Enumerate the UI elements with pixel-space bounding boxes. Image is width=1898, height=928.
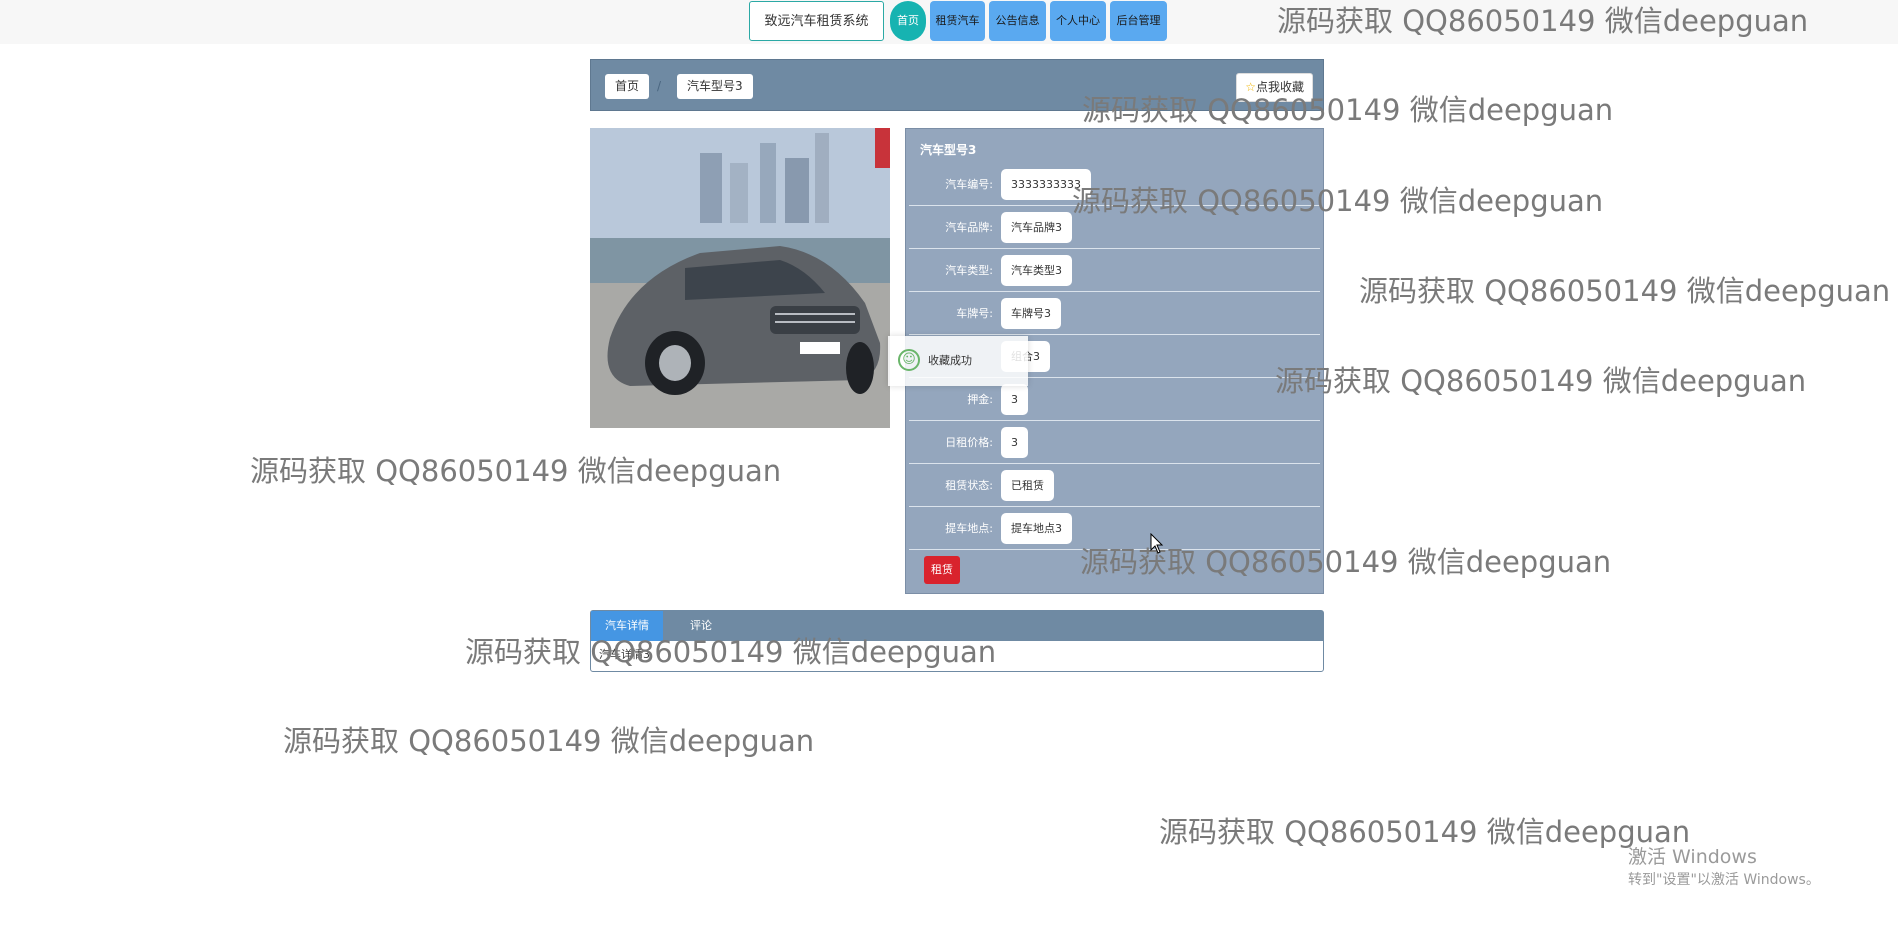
field-label: 汽车类型: bbox=[945, 264, 993, 277]
watermark-text: 源码获取 QQ86050149 微信deepguan bbox=[1072, 184, 1604, 218]
watermark-text: 源码获取 QQ86050149 微信deepguan bbox=[1275, 364, 1807, 398]
nav-announcements[interactable]: 公告信息 bbox=[989, 1, 1046, 41]
rent-button[interactable]: 租赁 bbox=[924, 556, 960, 584]
watermark-text: 源码获取 QQ86050149 微信deepguan bbox=[283, 724, 815, 758]
nav-personal-center[interactable]: 个人中心 bbox=[1050, 1, 1106, 41]
watermark-text: 源码获取 QQ86050149 微信deepguan bbox=[1277, 4, 1809, 38]
field-value: 已租赁 bbox=[1001, 470, 1054, 501]
nav-home[interactable]: 首页 bbox=[890, 1, 926, 41]
site-brand[interactable]: 致远汽车租赁系统 bbox=[749, 1, 884, 41]
star-icon: ☆ bbox=[1245, 80, 1256, 94]
car-model-title: 汽车型号3 bbox=[920, 143, 977, 157]
field-row-car-type: 汽车类型: 汽车类型3 bbox=[909, 250, 1320, 292]
field-value: 3 bbox=[1001, 427, 1028, 458]
field-label: 租赁状态: bbox=[945, 479, 993, 492]
watermark-text: 源码获取 QQ86050149 微信deepguan bbox=[250, 454, 782, 488]
field-value: 汽车类型3 bbox=[1001, 255, 1072, 286]
watermark-text: 源码获取 QQ86050149 微信deepguan bbox=[1082, 93, 1614, 127]
success-toast: ☺ 收藏成功 bbox=[888, 336, 1028, 386]
field-row-rental-status: 租赁状态: 已租赁 bbox=[909, 465, 1320, 507]
car-photo bbox=[590, 128, 890, 428]
field-value: 车牌号3 bbox=[1001, 298, 1061, 329]
field-label: 日租价格: bbox=[945, 436, 993, 449]
breadcrumb-separator: / bbox=[657, 79, 662, 93]
breadcrumb-current: 汽车型号3 bbox=[677, 74, 753, 99]
watermark-text: 源码获取 QQ86050149 微信deepguan bbox=[1159, 815, 1691, 849]
field-label: 车牌号: bbox=[956, 307, 993, 320]
field-value: 汽车品牌3 bbox=[1001, 212, 1072, 243]
field-label: 汽车品牌: bbox=[945, 221, 993, 234]
nav-admin[interactable]: 后台管理 bbox=[1110, 1, 1167, 41]
smile-icon: ☺ bbox=[898, 349, 920, 371]
breadcrumb-home[interactable]: 首页 bbox=[605, 74, 650, 99]
favorite-button-label: 点我收藏 bbox=[1255, 80, 1304, 94]
field-row-plate-number: 车牌号: 车牌号3 bbox=[909, 293, 1320, 335]
windows-activation-title: 激活 Windows bbox=[1628, 846, 1757, 868]
mouse-cursor-icon bbox=[1150, 533, 1164, 554]
watermark-text: 源码获取 QQ86050149 微信deepguan bbox=[465, 635, 997, 669]
toast-message: 收藏成功 bbox=[928, 354, 972, 367]
nav-rent-car[interactable]: 租赁汽车 bbox=[930, 1, 985, 41]
watermark-text: 源码获取 QQ86050149 微信deepguan bbox=[1359, 274, 1891, 308]
field-label: 提车地点: bbox=[945, 522, 993, 535]
field-value: 提车地点3 bbox=[1001, 513, 1072, 544]
field-row-daily-price: 日租价格: 3 bbox=[909, 422, 1320, 464]
car-illustration bbox=[590, 128, 890, 428]
field-row-pickup-location: 提车地点: 提车地点3 bbox=[909, 508, 1320, 550]
field-value: 3 bbox=[1001, 384, 1028, 415]
windows-activation-hint: 转到"设置"以激活 Windows。 bbox=[1628, 872, 1820, 888]
field-label: 汽车编号: bbox=[945, 178, 993, 191]
